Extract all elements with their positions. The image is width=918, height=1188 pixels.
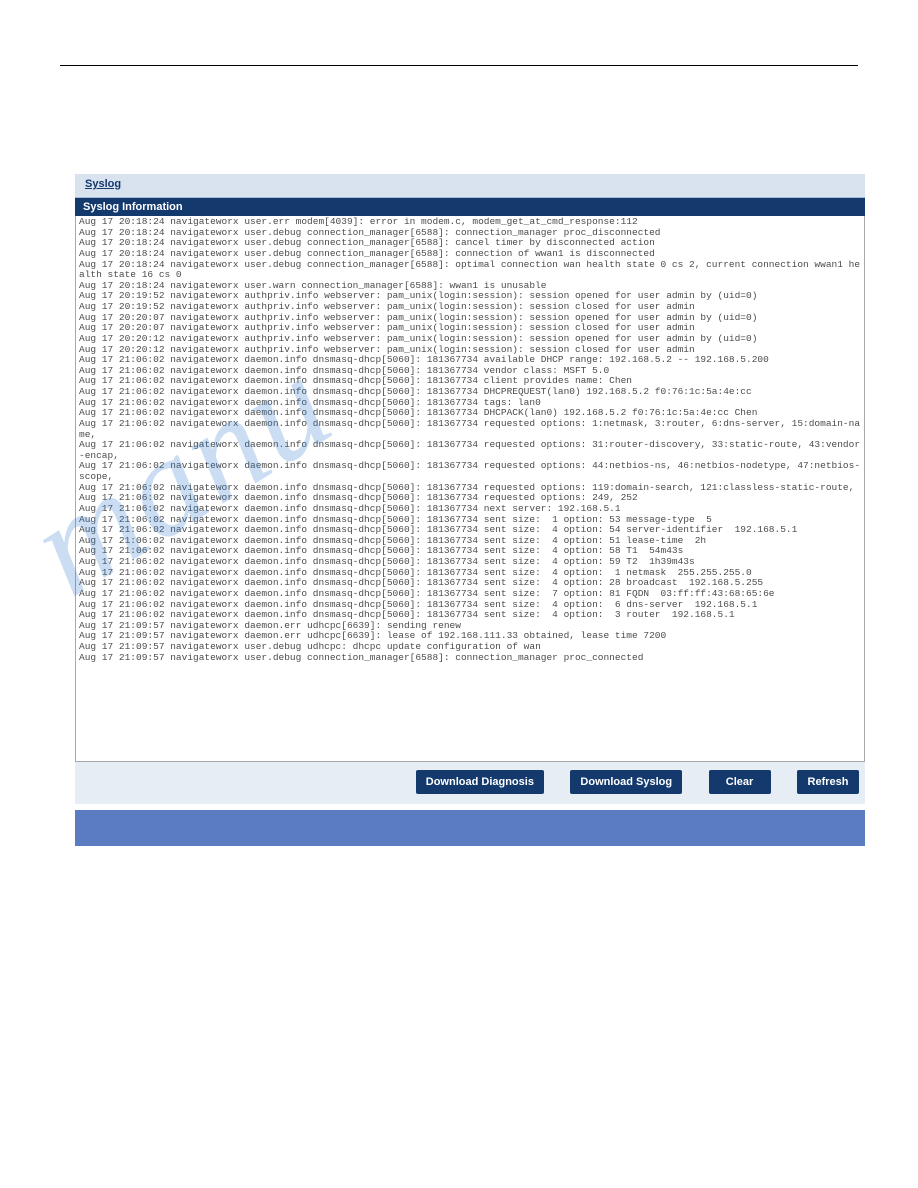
page-top-rule: [60, 65, 858, 66]
tab-syslog[interactable]: Syslog: [75, 174, 131, 192]
clear-button[interactable]: Clear: [709, 770, 771, 794]
download-diagnosis-button[interactable]: Download Diagnosis: [416, 770, 544, 794]
refresh-button[interactable]: Refresh: [797, 770, 859, 794]
section-header: Syslog Information: [75, 198, 865, 216]
syslog-content: Aug 17 20:18:24 navigateworx user.err mo…: [79, 217, 861, 663]
download-syslog-button[interactable]: Download Syslog: [570, 770, 682, 794]
syslog-textarea[interactable]: Aug 17 20:18:24 navigateworx user.err mo…: [75, 216, 865, 762]
button-row: Download Diagnosis Download Syslog Clear…: [75, 762, 865, 804]
footer-bar: [75, 810, 865, 846]
tab-bar: Syslog: [75, 174, 865, 198]
syslog-panel: Syslog Syslog Information Aug 17 20:18:2…: [75, 174, 865, 846]
